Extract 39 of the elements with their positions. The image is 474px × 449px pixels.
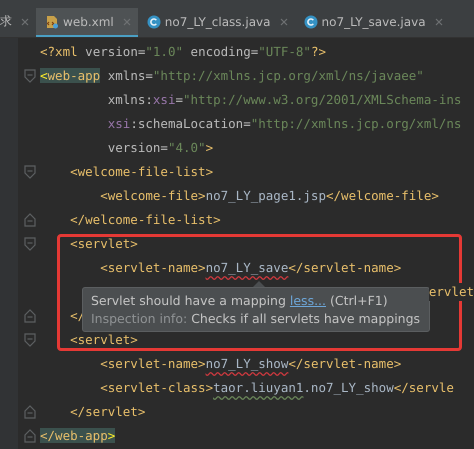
editor-tab[interactable]: 求	[0, 8, 36, 37]
xml-file-icon	[45, 14, 59, 28]
code-line: </welcome-file-list>	[69, 211, 221, 229]
close-icon[interactable]	[280, 18, 288, 26]
fold-icon[interactable]	[24, 405, 36, 419]
fold-icon[interactable]	[24, 165, 36, 179]
code-line: <servlet-class>taor.liuyan1.no7_LY_show</servle	[99, 379, 454, 397]
info-label: Inspection info:	[91, 311, 188, 326]
code-line: </servlet>	[69, 403, 146, 421]
code-line: <servlet-name>no7_LY_show</servlet-name>	[99, 355, 402, 373]
class-icon	[146, 14, 161, 28]
fold-icon[interactable]	[24, 333, 36, 347]
fold-icon[interactable]	[24, 237, 36, 251]
fold-icon[interactable]	[24, 309, 36, 323]
class-icon	[304, 14, 318, 28]
code-line: <servlet>	[69, 331, 138, 349]
code-line: <servlet-name>no7_LY_save</servlet-name>	[99, 259, 402, 277]
code-line: <welcome-file>no7_LY_page1.jsp</welcome-file>	[99, 187, 439, 205]
tooltip-message: Servlet should have a mapping	[91, 293, 286, 308]
editor-tab[interactable]: no7_LY_save.java	[294, 8, 450, 37]
code-line: version="4.0">	[106, 139, 214, 157]
editor-tab[interactable]: web.xml	[36, 8, 138, 37]
code-line: xmlns:xsi="http://www.w3.org/2001/XMLSchema-ins	[106, 91, 462, 109]
fold-icon[interactable]	[24, 213, 36, 227]
editor-tab[interactable]: no7_LY_class.java	[138, 8, 295, 37]
code-line: <servlet>	[69, 235, 138, 253]
shortcut-hint: (Ctrl+F1)	[330, 293, 388, 308]
code-line: xsi:schemaLocation="http://xmlns.jcp.org/xml/ns	[106, 115, 462, 133]
code-line: </web-app>	[40, 427, 116, 445]
info-text: Checks if all servlets have mappings	[191, 311, 420, 326]
close-icon[interactable]	[122, 18, 131, 26]
code-line: <web-app xmlns="http://xmlns.jcp.org/xml/ns/javaee"	[40, 67, 424, 85]
less-link[interactable]: less...	[290, 293, 326, 308]
fold-icon[interactable]	[24, 69, 36, 83]
code-line: <welcome-file-list>	[69, 163, 214, 181]
close-icon[interactable]	[21, 18, 29, 26]
close-icon[interactable]	[434, 18, 443, 26]
code-line: <?xml version="1.0" encoding="UTF-8"?>	[40, 43, 326, 61]
fold-icon[interactable]	[24, 429, 36, 443]
